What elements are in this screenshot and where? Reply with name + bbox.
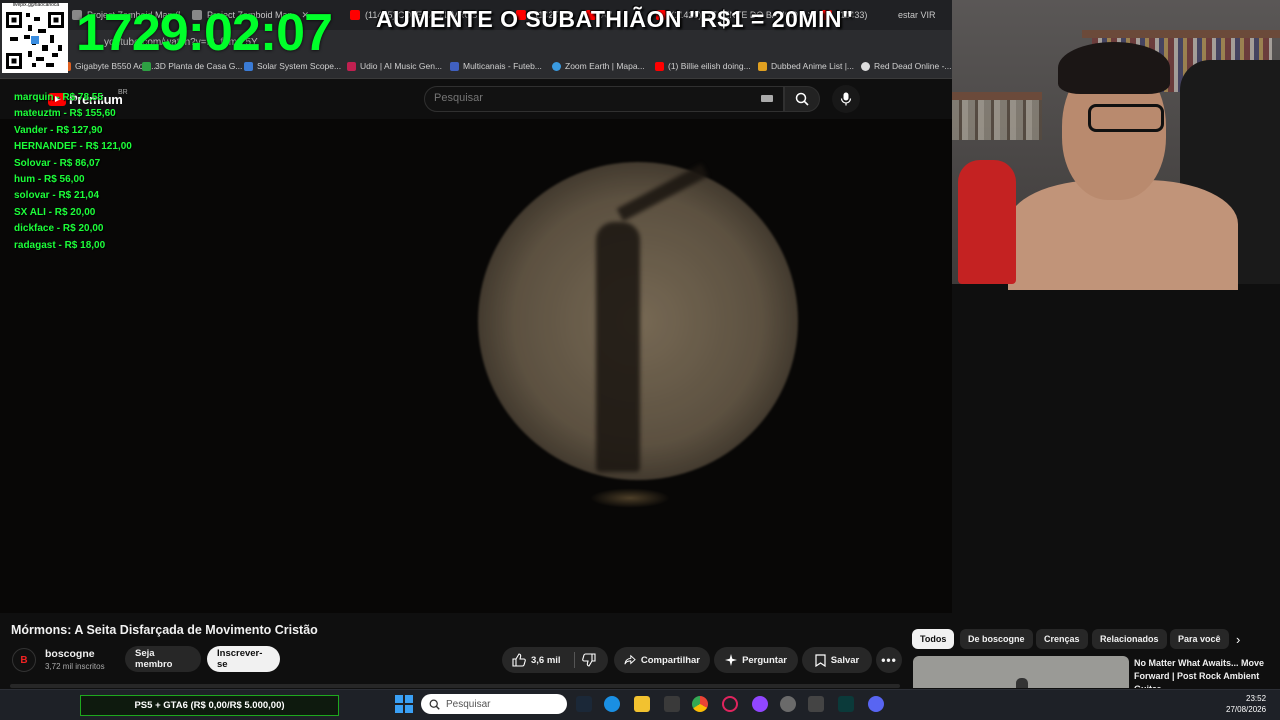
- qr-code-icon: [6, 12, 64, 69]
- edge-icon[interactable]: [604, 696, 620, 712]
- search-icon: [795, 92, 809, 106]
- twitch-icon[interactable]: [752, 696, 768, 712]
- thumbnail-figure: [1016, 678, 1028, 688]
- donor-item: marquin - R$ 78,55: [14, 92, 103, 103]
- discord-icon[interactable]: [868, 696, 884, 712]
- bookmark-item[interactable]: Multicanais - Futeb...: [450, 61, 542, 71]
- terminal-icon[interactable]: [838, 696, 854, 712]
- search-icon: [429, 699, 440, 710]
- microphone-icon: [840, 92, 852, 106]
- video-title: Mórmons: A Seita Disfarçada de Movimento…: [11, 623, 318, 637]
- bookmark-item[interactable]: Udio | AI Music Gen...: [347, 61, 442, 71]
- app-icon[interactable]: [808, 696, 824, 712]
- streamer-microphone: [958, 160, 1016, 284]
- voice-search-button[interactable]: [832, 85, 860, 113]
- app-icon[interactable]: [664, 696, 680, 712]
- video-player[interactable]: [0, 119, 952, 613]
- donor-item: dickface - R$ 20,00: [14, 223, 104, 235]
- clock-time[interactable]: 23:52: [1246, 694, 1266, 703]
- shelf: [952, 92, 1042, 100]
- qr-code: [2, 3, 68, 73]
- subscribe-button[interactable]: Inscrever-se: [207, 646, 280, 672]
- search-button[interactable]: [784, 86, 820, 112]
- channel-name[interactable]: boscogne: [45, 648, 95, 660]
- qr-caption: livepix.gg/tiaocarioca: [12, 2, 60, 8]
- save-button[interactable]: Salvar: [802, 647, 872, 673]
- taskbar-search[interactable]: Pesquisar: [421, 694, 567, 714]
- share-icon: [624, 654, 636, 665]
- donor-item: solovar - R$ 21,04: [14, 190, 100, 202]
- chevron-right-icon[interactable]: ›: [1236, 632, 1240, 647]
- more-actions-button[interactable]: •••: [876, 647, 902, 673]
- like-count: 3,6 mil: [531, 654, 561, 666]
- chip-todos[interactable]: Todos: [912, 629, 955, 649]
- chip-crencas[interactable]: Crenças: [1036, 629, 1088, 649]
- chrome-icon[interactable]: [692, 696, 708, 712]
- bookmark-icon: [815, 653, 826, 667]
- donor-item: radagast - R$ 18,00: [14, 239, 106, 251]
- subscriber-count: 3,72 mil inscritos: [45, 662, 105, 671]
- donor-item: HERNANDEF - R$ 121,00: [14, 141, 132, 153]
- donor-item: Solovar - R$ 86,07: [14, 157, 101, 169]
- bookmark-item[interactable]: Red Dead Online -...: [861, 61, 951, 71]
- subathon-timer: 1729:02:07: [76, 4, 333, 62]
- chip-relacionados[interactable]: Relacionados: [1092, 629, 1167, 649]
- dislike-button[interactable]: [582, 653, 596, 672]
- subathon-banner: AUMENTE O SUBATHIÃON "R$1 = 20MIN": [376, 6, 854, 32]
- donor-item: hum - R$ 56,00: [14, 174, 85, 186]
- clock-date[interactable]: 27/08/2026: [1226, 705, 1266, 714]
- file-explorer-icon[interactable]: [634, 696, 650, 712]
- donor-item: SX ALI - R$ 20,00: [14, 206, 96, 218]
- channel-avatar[interactable]: B: [12, 648, 36, 672]
- glasses: [1088, 104, 1164, 132]
- donor-item: Vander - R$ 127,90: [14, 124, 103, 136]
- join-button[interactable]: Seja membro: [125, 646, 201, 672]
- streamer-hair: [1058, 42, 1170, 94]
- browser-tab[interactable]: estar VIR: [898, 6, 952, 24]
- video-frame-glow: [590, 488, 670, 508]
- shelf: [1082, 30, 1280, 38]
- obs-icon[interactable]: [780, 696, 796, 712]
- bookmark-favicon-icon: [347, 61, 356, 71]
- bookmark-favicon-icon: [655, 61, 664, 71]
- chip-de-boscogne[interactable]: De boscogne: [960, 629, 1033, 649]
- bookmark-item[interactable]: (1) Billie eilish doing...: [655, 61, 751, 71]
- chip-para-voce[interactable]: Para você: [1170, 629, 1229, 649]
- youtube-icon: [350, 10, 360, 20]
- steam-icon[interactable]: [576, 696, 592, 712]
- windows-start-icon[interactable]: [395, 695, 413, 713]
- thumbs-down-icon: [582, 653, 596, 667]
- bookmark-favicon-icon: [552, 61, 561, 71]
- bookmark-favicon-icon: [861, 61, 870, 71]
- thumbs-up-icon: [512, 653, 526, 667]
- video-frame-statue: [596, 222, 640, 472]
- ask-button[interactable]: Perguntar: [714, 647, 798, 673]
- donor-list: marquin - R$ 78,55 mateuztm - R$ 155,60 …: [14, 90, 132, 254]
- sparkle-icon: [725, 654, 738, 666]
- share-button[interactable]: Compartilhar: [614, 647, 710, 673]
- donor-item: mateuztm - R$ 155,60: [14, 108, 116, 120]
- opera-icon[interactable]: [722, 696, 738, 712]
- bookmark-favicon-icon: [758, 61, 767, 71]
- bookmark-item[interactable]: Zoom Earth | Mapa...: [552, 61, 645, 71]
- recommended-title[interactable]: No Matter What Awaits... Move Forward | …: [1134, 657, 1274, 688]
- keyboard-icon[interactable]: [761, 95, 773, 102]
- more-icon: •••: [881, 653, 897, 667]
- like-divider: [574, 652, 575, 668]
- description-box[interactable]: [10, 684, 900, 688]
- books: [952, 100, 1042, 140]
- donation-goal: PS5 + GTA6 (R$ 0,00/R$ 5.000,00): [80, 695, 339, 716]
- bookmark-item[interactable]: Dubbed Anime List |...: [758, 61, 854, 71]
- search-input[interactable]: [434, 92, 734, 104]
- bookmark-favicon-icon: [450, 61, 459, 71]
